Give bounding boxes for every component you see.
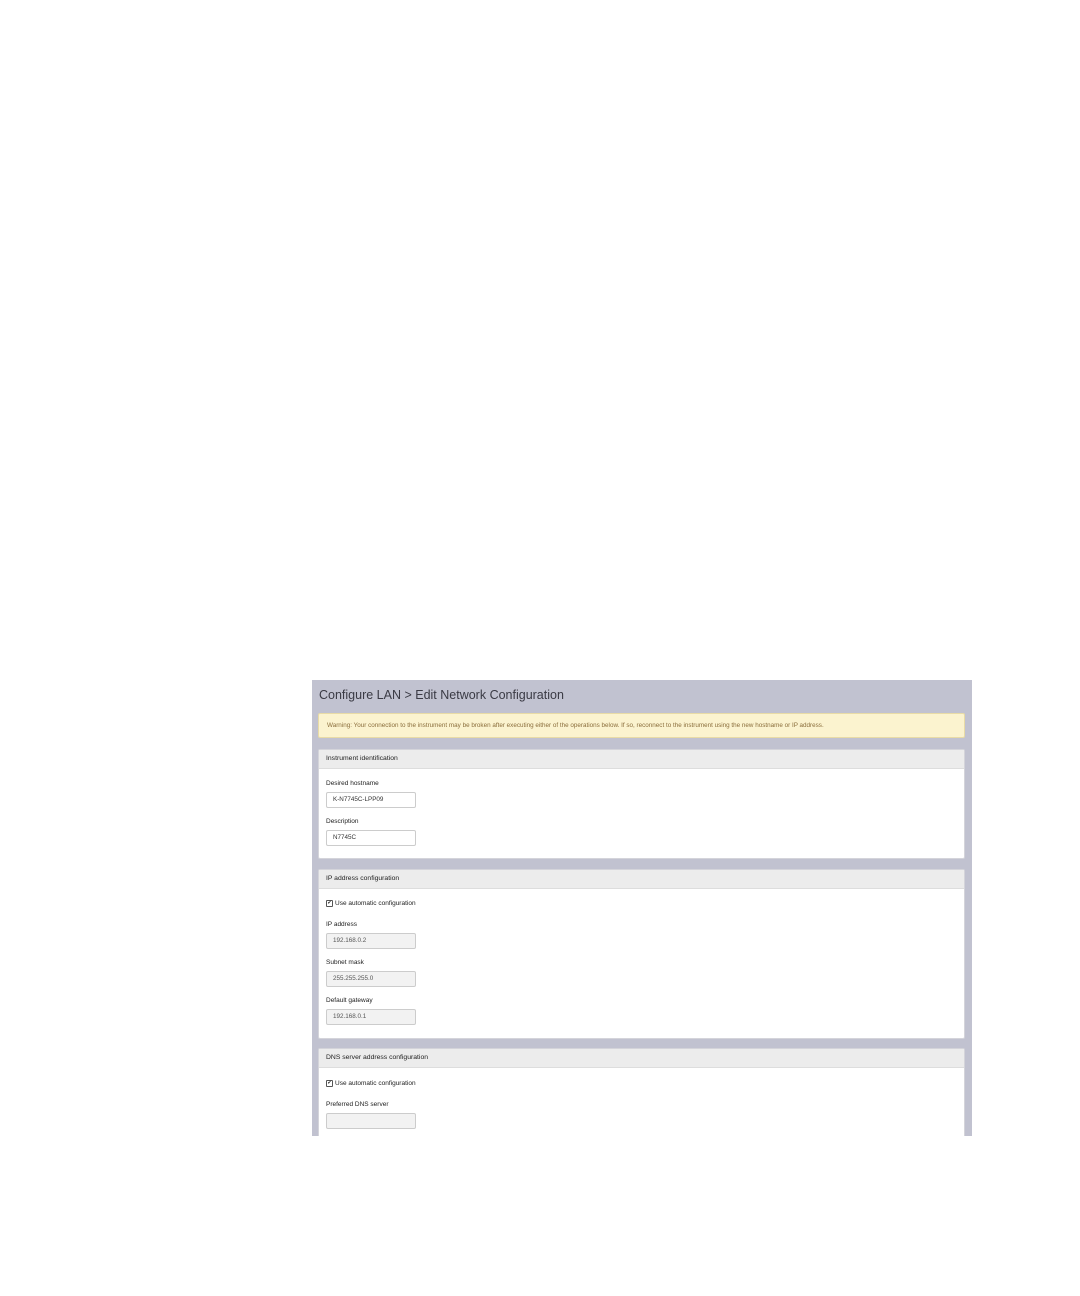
- ip-auto-config-label: Use automatic configuration: [335, 900, 416, 907]
- preferred-dns-label: Preferred DNS server: [326, 1101, 389, 1108]
- ip-address-label: IP address: [326, 921, 357, 928]
- default-gateway-label: Default gateway: [326, 997, 373, 1004]
- panel-heading-identification: Instrument identification: [319, 750, 964, 769]
- description-label: Description: [326, 818, 359, 825]
- ip-auto-config-checkbox[interactable]: ✔: [326, 900, 333, 907]
- ip-auto-config-checkbox-row[interactable]: ✔ Use automatic configuration: [326, 900, 416, 907]
- panel-heading-dns: DNS server address configuration: [319, 1049, 964, 1068]
- warning-alert: Warning: Your connection to the instrume…: [318, 713, 965, 738]
- instrument-identification-panel: Instrument identification Desired hostna…: [318, 749, 965, 859]
- subnet-mask-input[interactable]: 255.255.255.0: [326, 971, 416, 987]
- dns-auto-config-checkbox[interactable]: ✔: [326, 1080, 333, 1087]
- dns-auto-config-checkbox-row[interactable]: ✔ Use automatic configuration: [326, 1080, 416, 1087]
- ip-configuration-panel: IP address configuration ✔ Use automatic…: [318, 869, 965, 1039]
- page-title: Configure LAN > Edit Network Configurati…: [319, 688, 564, 702]
- network-config-window: Configure LAN > Edit Network Configurati…: [312, 680, 972, 1136]
- dns-configuration-panel: DNS server address configuration ✔ Use a…: [318, 1048, 965, 1136]
- dns-auto-config-label: Use automatic configuration: [335, 1080, 416, 1087]
- description-input[interactable]: N7745C: [326, 830, 416, 846]
- panel-heading-ip: IP address configuration: [319, 870, 964, 889]
- hostname-label: Desired hostname: [326, 780, 379, 787]
- hostname-input[interactable]: K-N7745C-LPP09: [326, 792, 416, 808]
- ip-address-input[interactable]: 192.168.0.2: [326, 933, 416, 949]
- default-gateway-input[interactable]: 192.168.0.1: [326, 1009, 416, 1025]
- preferred-dns-input[interactable]: [326, 1113, 416, 1129]
- subnet-mask-label: Subnet mask: [326, 959, 364, 966]
